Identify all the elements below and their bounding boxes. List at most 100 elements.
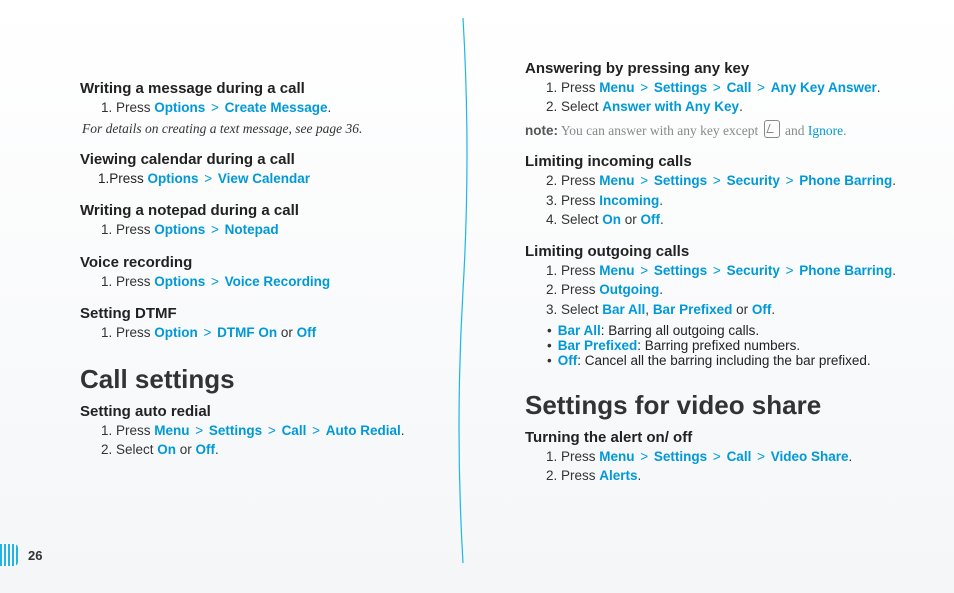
option: Incoming (599, 193, 659, 208)
text: Select (116, 442, 157, 457)
step-item: Press Menu > Settings > Call > Any Key A… (561, 79, 914, 97)
step-list: Press Menu > Settings > Security > Phone… (525, 262, 914, 319)
option: Outgoing (599, 282, 659, 297)
right-column: Answering by pressing any key Press Menu… (497, 40, 914, 553)
text: . (892, 263, 896, 278)
text: Press (561, 173, 599, 188)
text: . (638, 468, 642, 483)
chevron: > (637, 449, 652, 464)
option: Answer with Any Key (602, 99, 739, 114)
menu-path: Settings (209, 423, 262, 438)
text: Press (561, 80, 599, 95)
text: or (732, 302, 752, 317)
text: , (645, 302, 653, 317)
section-title: Writing a message during a call (80, 80, 469, 97)
menu-path: Call (282, 423, 307, 438)
chevron: > (308, 423, 323, 438)
chevron: > (709, 263, 724, 278)
chevron: > (709, 173, 724, 188)
option: Off (196, 442, 216, 457)
text: . (327, 100, 331, 115)
option: Alerts (599, 468, 637, 483)
menu-path: Video Share (771, 449, 849, 464)
text: Press (116, 222, 154, 237)
step-item: Press Menu > Settings > Call > Auto Redi… (116, 422, 469, 440)
menu-path: Phone Barring (799, 173, 892, 188)
chevron: > (709, 449, 724, 464)
text: or (176, 442, 196, 457)
text: . (401, 423, 405, 438)
heading-video-share: Settings for video share (525, 390, 914, 421)
text: Press (561, 449, 599, 464)
section-title: Writing a notepad during a call (80, 202, 469, 219)
page-number-bar: 26 (0, 545, 42, 565)
section-title: Viewing calendar during a call (80, 151, 469, 168)
text: . (660, 212, 664, 227)
step-list: Press Options > Voice Recording (80, 273, 469, 291)
soft-key: Option (154, 325, 198, 340)
text: : Cancel all the barring including the b… (577, 353, 870, 368)
text: . (659, 282, 663, 297)
chevron: > (709, 80, 724, 95)
step-list: Press Menu > Settings > Call > Auto Redi… (80, 422, 469, 459)
menu-path: Off (297, 325, 317, 340)
section-title: Limiting incoming calls (525, 153, 914, 170)
step-list: Press Option > DTMF On or Off (80, 324, 469, 342)
soft-key: Ignore (808, 123, 843, 138)
section-title: Setting DTMF (80, 305, 469, 322)
soft-key: Options (154, 274, 205, 289)
option: Off (558, 353, 578, 368)
text: : Barring all outgoing calls. (601, 323, 759, 338)
text: . (739, 99, 743, 114)
step-item: Press Options > Create Message. (116, 99, 469, 117)
left-column: Writing a message during a call Press Op… (80, 40, 497, 553)
menu-path: View Calendar (218, 171, 310, 186)
text: 1.Press (98, 171, 148, 186)
option: On (602, 212, 621, 227)
menu-path: Menu (599, 173, 634, 188)
menu-path: Menu (599, 80, 634, 95)
text: . (877, 80, 881, 95)
text: Press (561, 468, 599, 483)
chevron: > (207, 100, 222, 115)
text: Press (561, 263, 599, 278)
chevron: > (207, 274, 222, 289)
soft-key: Options (154, 100, 205, 115)
menu-path: Settings (654, 80, 707, 95)
manual-page: Writing a message during a call Press Op… (0, 0, 954, 593)
menu-path: Voice Recording (225, 274, 331, 289)
step-list: Press Options > Create Message. (80, 99, 469, 117)
step-item: Press Incoming. (561, 192, 914, 210)
chevron: > (637, 263, 652, 278)
section-title: Setting auto redial (80, 403, 469, 420)
step-item: Press Alerts. (561, 467, 914, 485)
menu-path: Menu (599, 449, 634, 464)
step-item: Select Answer with Any Key. (561, 98, 914, 116)
note-label: note: (525, 123, 558, 138)
menu-path: Create Message (225, 100, 328, 115)
option: Bar Prefixed (558, 338, 638, 353)
text: and (782, 123, 808, 138)
text: . (849, 449, 853, 464)
option: Off (752, 302, 772, 317)
text: You can answer with any key except (558, 123, 762, 138)
menu-path: Any Key Answer (771, 80, 877, 95)
step-list: Press Options > Notepad (80, 221, 469, 239)
menu-path: Security (727, 173, 780, 188)
bullet-item: Bar Prefixed: Barring prefixed numbers. (543, 338, 914, 353)
text: Select (561, 99, 602, 114)
chevron: > (200, 325, 215, 340)
option: Off (641, 212, 661, 227)
step-item: Press Menu > Settings > Security > Phone… (561, 172, 914, 190)
chevron: > (753, 449, 768, 464)
send-key-icon (764, 120, 780, 138)
step-item: Select On or Off. (561, 211, 914, 229)
step-list: Press Menu > Settings > Call > Any Key A… (525, 79, 914, 116)
option: Bar All (558, 323, 601, 338)
step-list: Press Menu > Settings > Call > Video Sha… (525, 448, 914, 485)
text: Press (116, 325, 154, 340)
note-line: note: You can answer with any key except… (525, 120, 914, 139)
page-stripes-icon (0, 544, 18, 566)
text: . (215, 442, 219, 457)
option: Bar Prefixed (653, 302, 733, 317)
